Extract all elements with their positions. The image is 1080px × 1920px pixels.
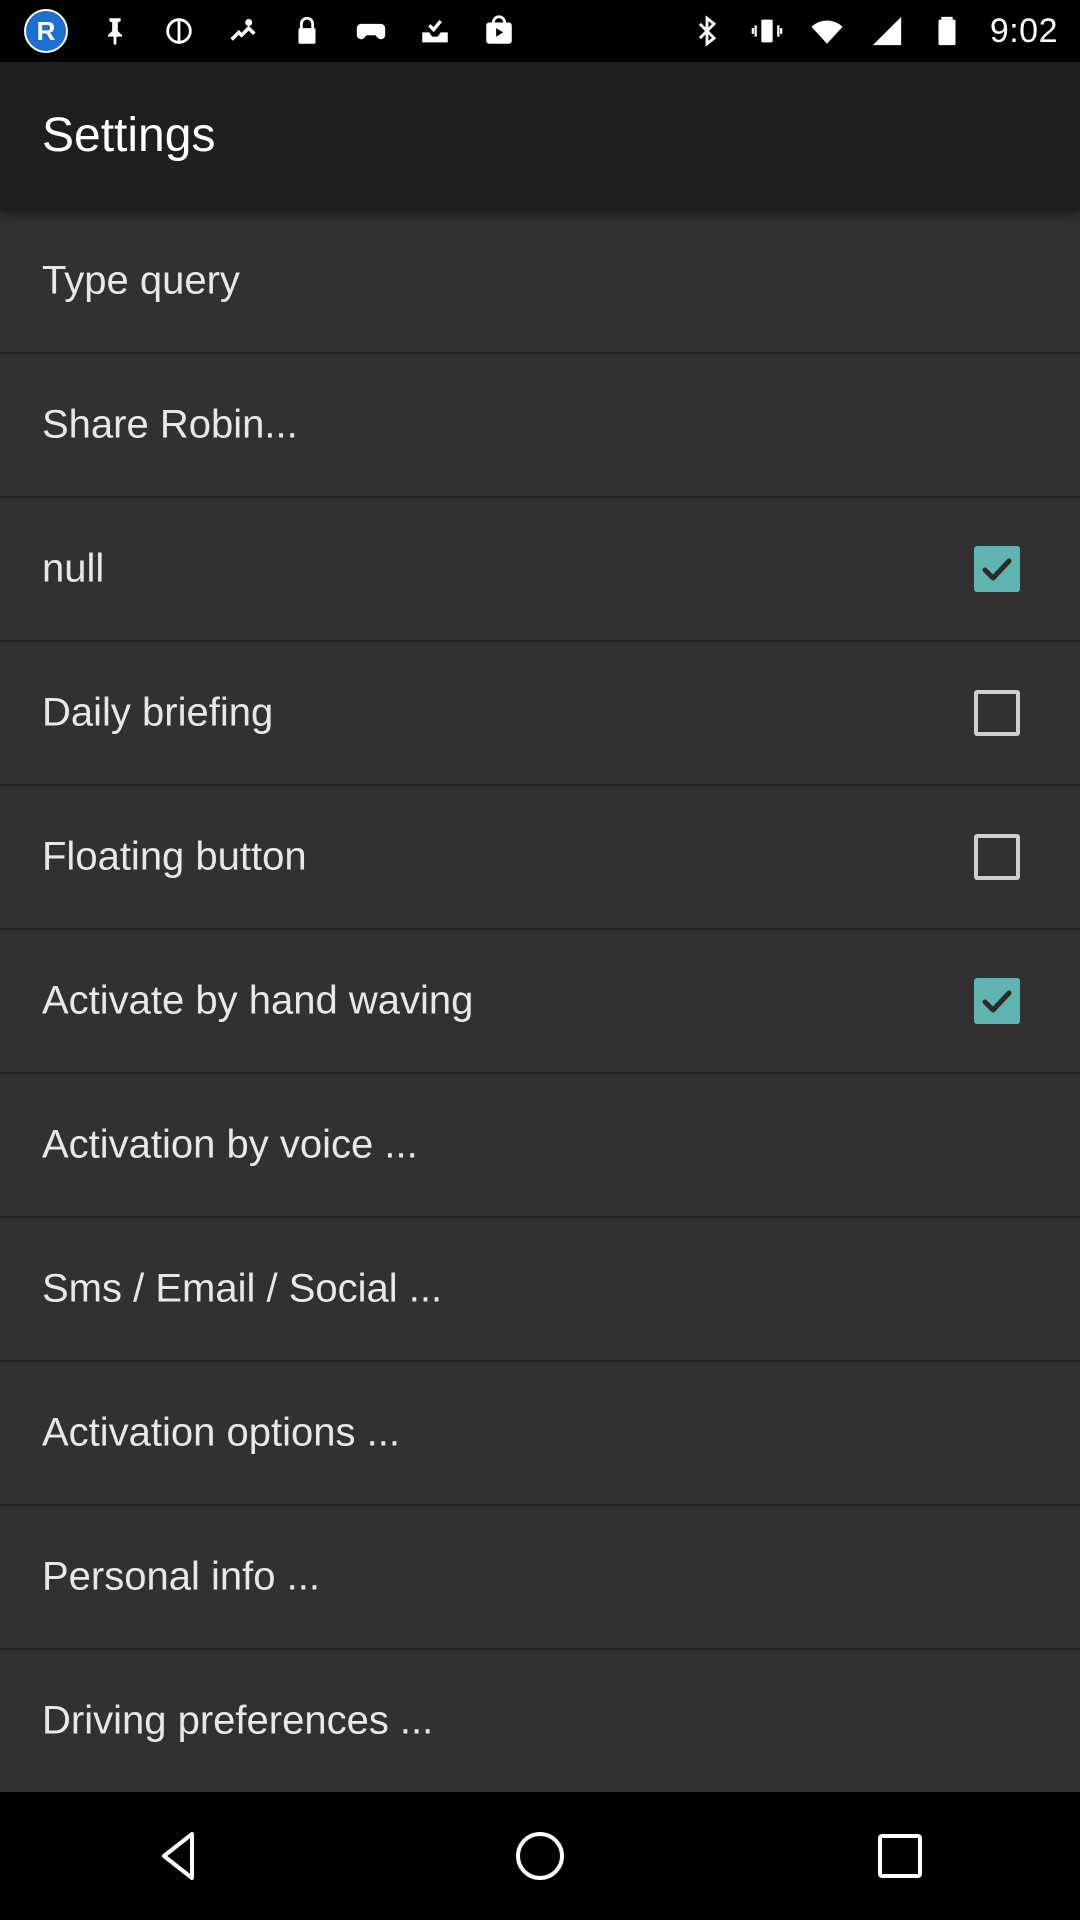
bluetooth-icon xyxy=(690,14,724,48)
app-badge-icon: R xyxy=(24,9,68,53)
setting-label: null xyxy=(42,546,105,591)
game-controller-icon xyxy=(354,14,388,48)
setting-label: Driving preferences ... xyxy=(42,1698,434,1743)
setting-row-share-robin[interactable]: Share Robin... xyxy=(0,354,1080,498)
setting-label: Share Robin... xyxy=(42,402,298,447)
setting-label: Activation by voice ... xyxy=(42,1122,418,1167)
no-location-icon xyxy=(162,14,196,48)
app-bar: Settings xyxy=(0,62,1080,210)
setting-row-activation-options[interactable]: Activation options ... xyxy=(0,1362,1080,1506)
setting-label: Sms / Email / Social ... xyxy=(42,1266,443,1311)
screen: R 9:02 Settings Type query Share Robin..… xyxy=(0,0,1080,1920)
setting-label: Activate by hand waving xyxy=(42,978,474,1023)
hand-waving-checkbox[interactable] xyxy=(974,978,1020,1024)
wifi-icon xyxy=(810,14,844,48)
status-bar-left: R xyxy=(0,9,516,53)
tray-check-icon xyxy=(418,14,452,48)
setting-row-driving-preferences[interactable]: Driving preferences ... xyxy=(0,1650,1080,1794)
signal-icon xyxy=(870,14,904,48)
setting-row-null[interactable]: null xyxy=(0,498,1080,642)
setting-row-activation-voice[interactable]: Activation by voice ... xyxy=(0,1074,1080,1218)
setting-label: Daily briefing xyxy=(42,690,274,735)
setting-label: Personal info ... xyxy=(42,1554,320,1599)
vibrate-icon xyxy=(750,14,784,48)
home-icon xyxy=(516,1832,564,1880)
app-badge-letter: R xyxy=(36,15,56,46)
setting-label: Activation options ... xyxy=(42,1410,400,1455)
setting-row-daily-briefing[interactable]: Daily briefing xyxy=(0,642,1080,786)
daily-briefing-checkbox[interactable] xyxy=(974,690,1020,736)
null-checkbox[interactable] xyxy=(974,546,1020,592)
back-button[interactable] xyxy=(135,1811,225,1901)
floating-button-checkbox[interactable] xyxy=(974,834,1020,880)
recents-icon xyxy=(878,1834,922,1878)
battery-icon xyxy=(930,14,964,48)
checkmark-icon xyxy=(982,558,1012,581)
setting-label: Type query xyxy=(42,258,240,303)
recents-button[interactable] xyxy=(855,1811,945,1901)
navigation-bar xyxy=(0,1792,1080,1920)
status-bar-right: 9:02 xyxy=(690,12,1080,51)
pin-icon xyxy=(98,14,132,48)
back-icon xyxy=(162,1832,194,1880)
settings-list: Type query Share Robin... null Daily bri… xyxy=(0,210,1080,1794)
setting-row-sms-email-social[interactable]: Sms / Email / Social ... xyxy=(0,1218,1080,1362)
status-time: 9:02 xyxy=(989,11,1058,50)
home-button[interactable] xyxy=(495,1811,585,1901)
setting-row-floating-button[interactable]: Floating button xyxy=(0,786,1080,930)
checkmark-icon xyxy=(982,990,1012,1013)
setting-row-hand-waving[interactable]: Activate by hand waving xyxy=(0,930,1080,1074)
setting-label: Floating button xyxy=(42,834,307,879)
status-bar: R 9:02 xyxy=(0,0,1080,62)
gps-fake-icon xyxy=(226,14,260,48)
setting-row-personal-info[interactable]: Personal info ... xyxy=(0,1506,1080,1650)
lock-icon xyxy=(290,14,324,48)
play-store-icon xyxy=(482,14,516,48)
setting-row-type-query[interactable]: Type query xyxy=(0,210,1080,354)
page-title: Settings xyxy=(42,109,216,162)
